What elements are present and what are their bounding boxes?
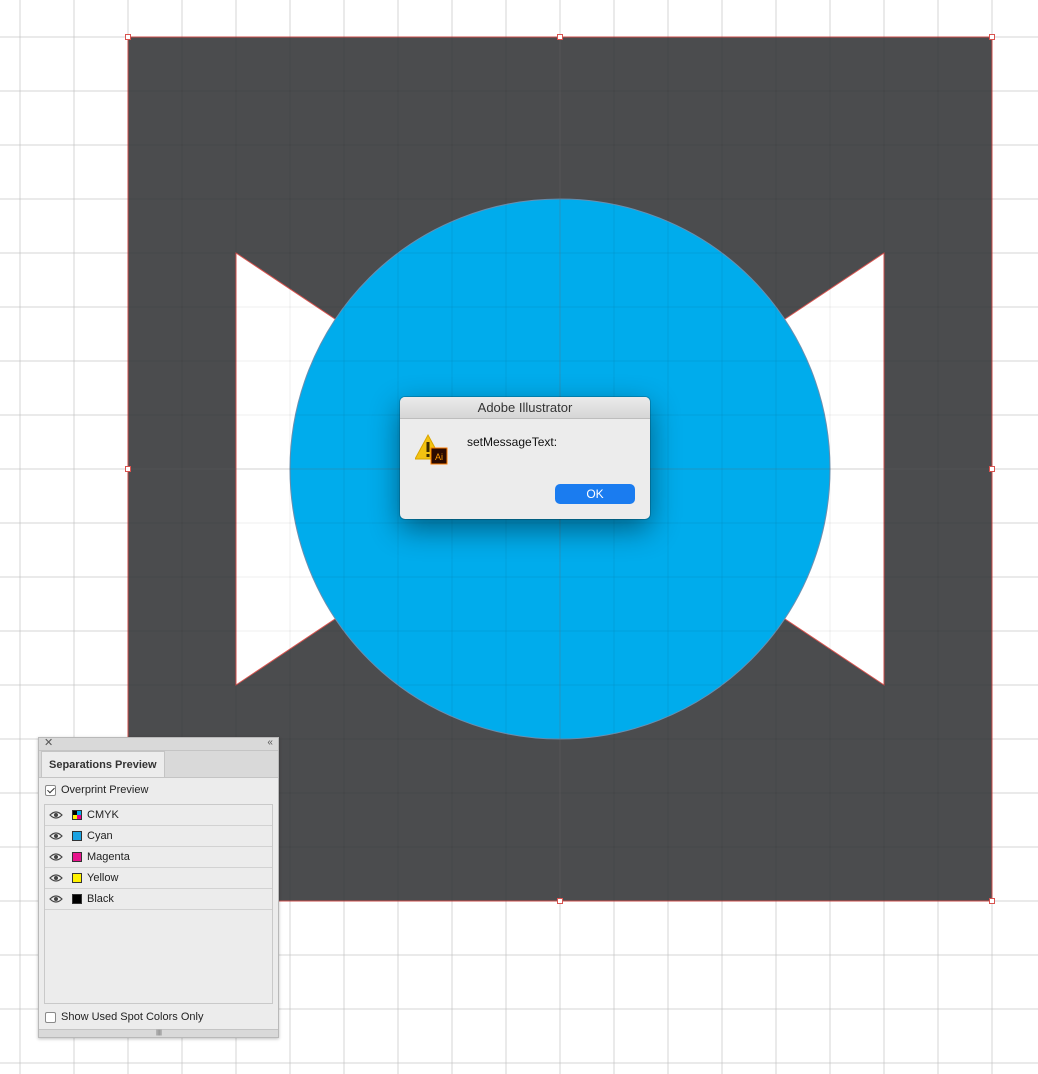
collapse-icon[interactable]: ‹‹ — [267, 737, 273, 749]
color-swatch — [72, 852, 82, 862]
handle-middle-left[interactable] — [125, 466, 131, 472]
color-swatch — [72, 873, 82, 883]
separation-row-yellow[interactable]: Yellow — [45, 868, 272, 889]
color-swatch — [72, 894, 82, 904]
separation-label: Black — [87, 893, 114, 905]
cmyk-composite-swatch — [72, 810, 82, 820]
handle-top-center[interactable] — [557, 34, 563, 40]
illustrator-app-icon: Ai — [430, 447, 448, 465]
separations-preview-panel: ✕ ‹‹ Separations Preview Overprint Previ… — [38, 737, 279, 1038]
show-spot-colors-label: Show Used Spot Colors Only — [61, 1011, 204, 1023]
separation-label: CMYK — [87, 809, 119, 821]
separation-row-cmyk[interactable]: CMYK — [45, 805, 272, 826]
eye-icon[interactable] — [49, 810, 63, 820]
tab-separations-preview[interactable]: Separations Preview — [41, 751, 165, 777]
panel-resize-grip[interactable]: |||||||||| — [39, 1029, 278, 1037]
show-spot-colors-row[interactable]: Show Used Spot Colors Only — [45, 1010, 203, 1024]
panel-tab-bar: Separations Preview — [39, 751, 278, 778]
eye-icon[interactable] — [49, 831, 63, 841]
overprint-preview-row[interactable]: Overprint Preview — [45, 783, 148, 797]
separation-row-black[interactable]: Black — [45, 889, 272, 910]
handle-bottom-right[interactable] — [989, 898, 995, 904]
overprint-preview-label: Overprint Preview — [61, 784, 149, 796]
overprint-preview-checkbox[interactable] — [45, 784, 56, 796]
handle-bottom-center[interactable] — [557, 898, 563, 904]
close-icon[interactable]: ✕ — [44, 737, 53, 749]
show-spot-colors-checkbox[interactable] — [45, 1011, 56, 1023]
separation-label: Cyan — [87, 830, 113, 842]
warning-icon: Ai — [415, 433, 448, 465]
separation-row-cyan[interactable]: Cyan — [45, 826, 272, 847]
handle-top-left[interactable] — [125, 34, 131, 40]
alert-dialog: Adobe Illustrator Ai setMessageText: OK — [400, 397, 650, 519]
dialog-message: setMessageText: — [467, 435, 558, 449]
separations-list: CMYK Cyan Magenta Yellow Black — [44, 804, 273, 1004]
handle-middle-right[interactable] — [989, 466, 995, 472]
separation-row-magenta[interactable]: Magenta — [45, 847, 272, 868]
eye-icon[interactable] — [49, 852, 63, 862]
handle-top-right[interactable] — [989, 34, 995, 40]
color-swatch — [72, 831, 82, 841]
svg-text:Ai: Ai — [435, 452, 443, 462]
dialog-title: Adobe Illustrator — [400, 397, 650, 419]
eye-icon[interactable] — [49, 894, 63, 904]
eye-icon[interactable] — [49, 873, 63, 883]
ok-button[interactable]: OK — [555, 484, 635, 504]
panel-title-bar[interactable]: ✕ ‹‹ — [39, 737, 278, 751]
separation-label: Yellow — [87, 872, 119, 884]
separation-label: Magenta — [87, 851, 130, 863]
